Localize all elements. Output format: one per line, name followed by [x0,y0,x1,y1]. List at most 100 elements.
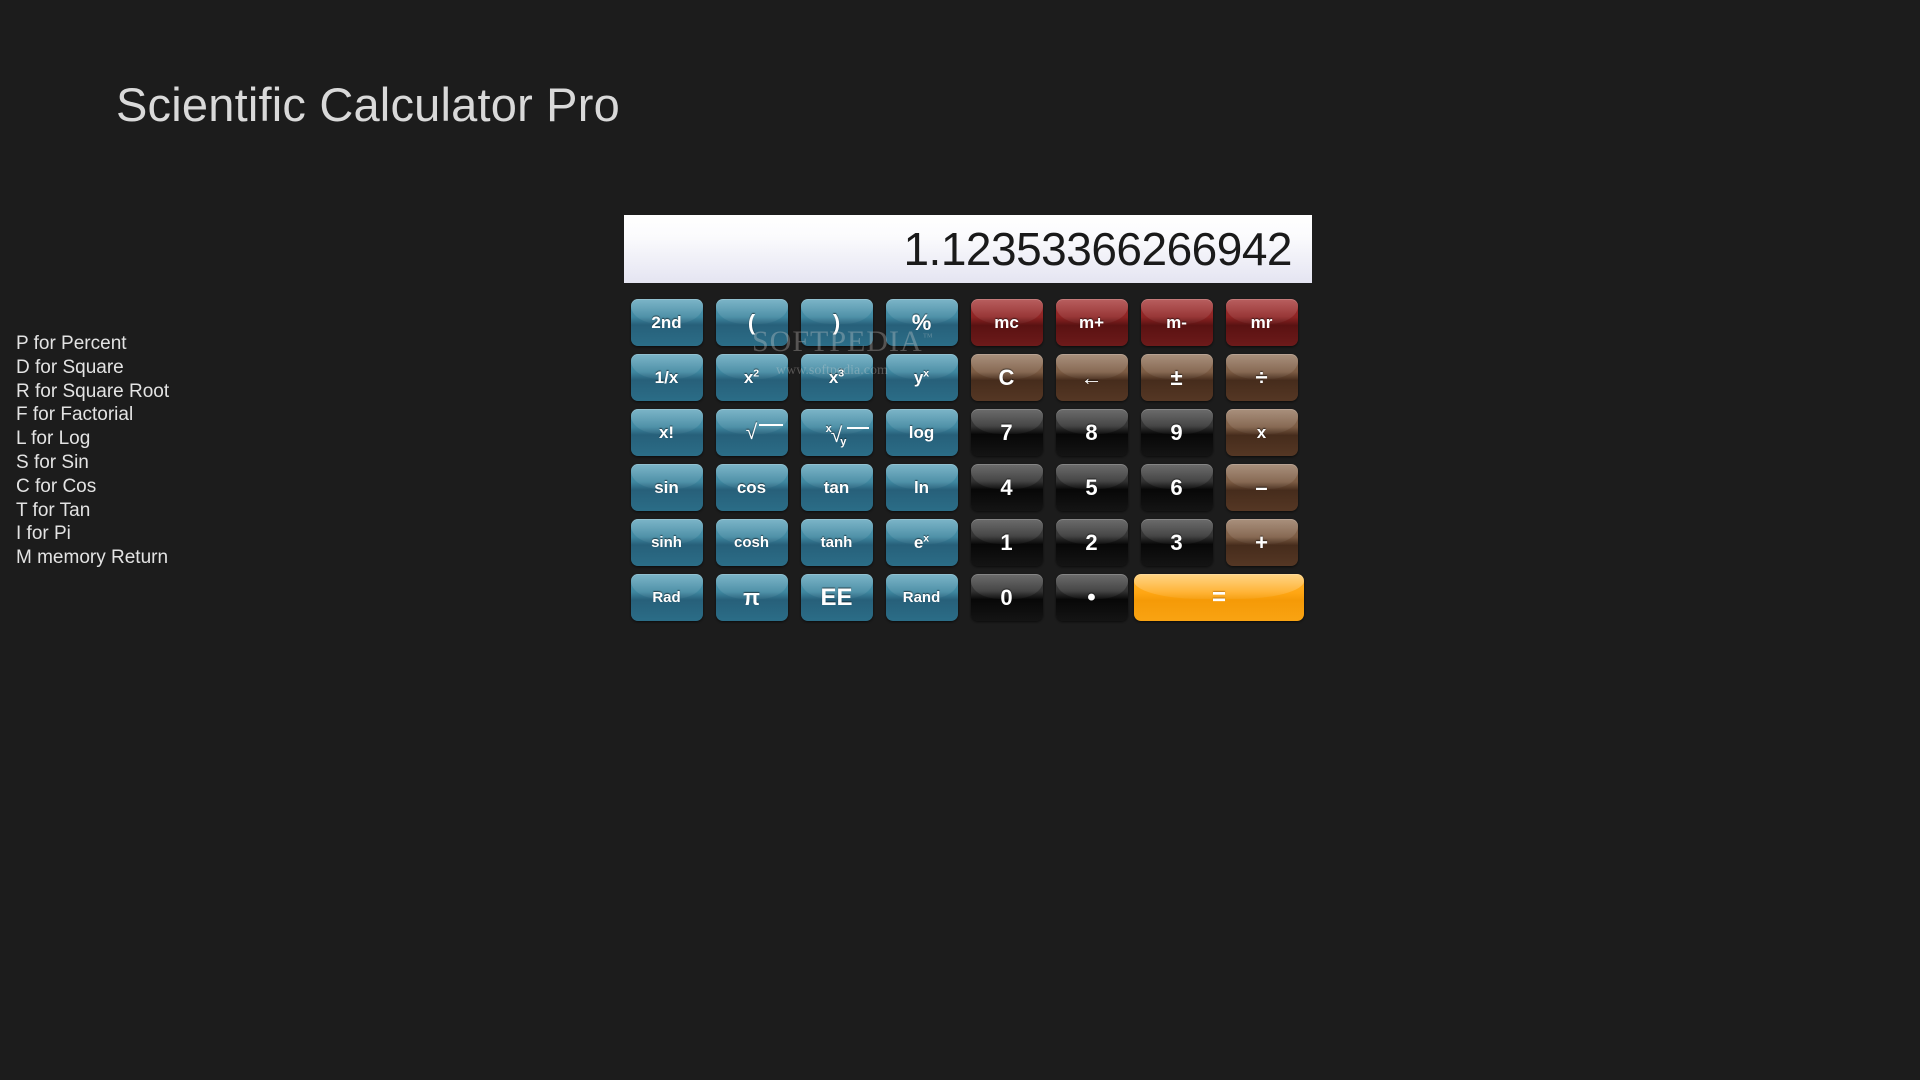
help-line: L for Log [16,428,91,450]
key-3[interactable]: 3 [1140,519,1213,566]
keypad-cell: √ [709,409,794,456]
keypad-cell: + [1219,519,1304,566]
key-e-to-x[interactable]: ex [885,519,958,566]
keypad-cell: = [1134,574,1304,621]
key-tan[interactable]: tan [800,464,873,511]
help-line: I for Pi [16,523,71,545]
key-equals[interactable]: = [1134,574,1304,621]
key-backspace[interactable]: ← [1055,354,1128,401]
key-label: % [911,309,932,335]
key-8[interactable]: 8 [1055,409,1128,456]
key-plus-minus[interactable]: ± [1140,354,1213,401]
keypad-cell: Rad [624,574,709,621]
key-6[interactable]: 6 [1140,464,1213,511]
key-label: sin [654,478,679,497]
key-label: 7 [1000,419,1013,445]
key-pi[interactable]: π [715,574,788,621]
key-label: 6 [1170,474,1183,500]
key-4[interactable]: 4 [970,464,1043,511]
key-label: Rad [652,589,681,606]
key-label: mr [1250,313,1273,332]
key-label: cosh [733,534,769,551]
key-mr[interactable]: mr [1225,299,1298,346]
keypad-cell: 7 [964,409,1049,456]
keypad-cell: 6 [1134,464,1219,511]
calculator-panel: 1.12353366266942 2nd()% mc m+ m-mr 1/x x2 x3 yx… [624,215,1312,621]
key-ee[interactable]: EE [800,574,873,621]
key-nth-root[interactable]: x √ y [800,409,873,456]
key-label: √ [746,422,783,443]
calculator-keypad: 2nd()% mc m+ m-mr 1/x x2 x3 yx C ← ± ÷ x! √ x √ y log 7 8 9 x… [624,299,1312,621]
keypad-cell: tanh [794,519,879,566]
key-x-squared[interactable]: x2 [715,354,788,401]
key-subtract[interactable]: – [1225,464,1298,511]
key-rand[interactable]: Rand [885,574,958,621]
keypad-cell: ( [709,299,794,346]
key-decimal[interactable]: • [1055,574,1128,621]
key-sqrt[interactable]: √ [715,409,788,456]
key-label: 1/x [654,368,679,387]
key-mc[interactable]: mc [970,299,1043,346]
key-label-exponent: 3 [838,367,845,380]
key-ln[interactable]: ln [885,464,958,511]
keypad-cell: C [964,354,1049,401]
key-label-exponent: x [923,532,930,545]
key-cosh[interactable]: cosh [715,519,788,566]
key-m-minus[interactable]: m- [1140,299,1213,346]
key-log[interactable]: log [885,409,958,456]
key-add[interactable]: + [1225,519,1298,566]
key-label: Rand [902,589,941,606]
key-factorial[interactable]: x! [630,409,703,456]
keypad-cell: ← [1049,354,1134,401]
key-multiply[interactable]: x [1225,409,1298,456]
calculator-app-window: Scientific Calculator Pro P for Percent D… [0,0,1920,1080]
key-label: yx [913,367,930,387]
key-label: EE [820,583,853,611]
keypad-cell: 1/x [624,354,709,401]
help-line: C for Cos [16,475,97,497]
key-x-cubed[interactable]: x3 [800,354,873,401]
help-line: T for Tan [16,499,91,521]
key-label: sinh [651,534,682,551]
key-cos[interactable]: cos [715,464,788,511]
key-reciprocal[interactable]: 1/x [630,354,703,401]
keypad-cell: 2 [1049,519,1134,566]
keypad-cell: m+ [1049,299,1134,346]
key-label: • [1087,583,1096,611]
key-label: tanh [820,534,853,551]
key-7[interactable]: 7 [970,409,1043,456]
keypad-cell: ln [879,464,964,511]
key-paren-close[interactable]: ) [800,299,873,346]
keypad-cell: ) [794,299,879,346]
key-label: C [998,364,1015,390]
key-9[interactable]: 9 [1140,409,1213,456]
keypad-cell: – [1219,464,1304,511]
key-label: x2 [743,367,760,387]
key-5[interactable]: 5 [1055,464,1128,511]
key-0[interactable]: 0 [970,574,1043,621]
key-y-to-x[interactable]: yx [885,354,958,401]
key-paren-open[interactable]: ( [715,299,788,346]
key-1[interactable]: 1 [970,519,1043,566]
key-2nd[interactable]: 2nd [630,299,703,346]
key-2[interactable]: 2 [1055,519,1128,566]
key-tanh[interactable]: tanh [800,519,873,566]
keypad-cell: m- [1134,299,1219,346]
key-label: x √ y [825,419,869,448]
key-sinh[interactable]: sinh [630,519,703,566]
key-divide[interactable]: ÷ [1225,354,1298,401]
key-percent[interactable]: % [885,299,958,346]
keypad-cell: mc [964,299,1049,346]
display-value: 1.12353366266942 [903,223,1292,275]
keypad-cell: sinh [624,519,709,566]
keypad-cell: EE [794,574,879,621]
key-sin[interactable]: sin [630,464,703,511]
key-clear[interactable]: C [970,354,1043,401]
key-label: 4 [1000,474,1013,500]
key-label-exponent: 2 [753,367,760,380]
keypad-cell: x √ y [794,409,879,456]
key-m-plus[interactable]: m+ [1055,299,1128,346]
key-rad[interactable]: Rad [630,574,703,621]
calculator-display[interactable]: 1.12353366266942 [624,215,1312,283]
help-line: F for Factorial [16,404,134,426]
